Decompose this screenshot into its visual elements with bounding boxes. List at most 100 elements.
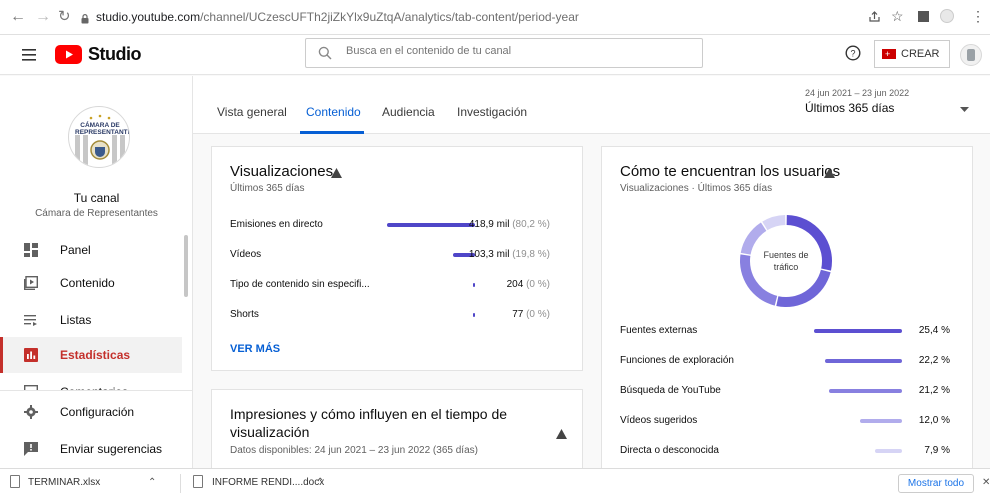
youtube-play-icon (55, 45, 82, 64)
tab-audience[interactable]: Audiencia (382, 105, 435, 119)
sidepanel-icon[interactable] (918, 11, 929, 22)
traffic-row-label: Directa o desconocida (620, 445, 719, 456)
impressions-card-subtitle: Datos disponibles: 24 jun 2021 – 23 jun … (230, 445, 478, 456)
date-range-selector[interactable]: 24 jun 2021 – 23 jun 2022 Últimos 365 dí… (805, 88, 985, 124)
views-row-label: Shorts (230, 309, 259, 320)
traffic-row-value: 21,2 % (918, 385, 950, 396)
views-row-bar (387, 223, 475, 227)
channel-logo[interactable]: CÁMARA DE REPRESENTANTES (68, 106, 130, 168)
help-icon[interactable]: ? (845, 45, 861, 66)
search-box[interactable] (305, 38, 703, 68)
views-row-label: Vídeos (230, 249, 262, 260)
views-row-label: Tipo de contenido sin especifi... (230, 279, 370, 290)
see-more-link[interactable]: VER MÁS (230, 343, 280, 355)
file-icon (10, 475, 20, 488)
channel-avatar-icon[interactable] (960, 44, 982, 66)
show-all-button[interactable]: Mostrar todo (898, 474, 974, 493)
views-row-value: 103,3 mil (468, 249, 513, 260)
tab-content[interactable]: Contenido (306, 105, 361, 119)
sidebar-item-playlists[interactable]: Listas (0, 302, 182, 338)
sidebar-item-content[interactable]: Contenido (0, 265, 182, 301)
traffic-row-bar (828, 389, 902, 393)
views-card-title: Visualizaciones (230, 163, 334, 180)
download-item-2[interactable]: INFORME RENDI....docx (212, 477, 324, 488)
hamburger-menu-icon[interactable] (22, 48, 36, 66)
profile-avatar-icon[interactable] (940, 9, 954, 23)
back-arrow-icon[interactable]: ← (10, 8, 26, 26)
analytics-tabs: Vista general Contenido Audiencia Invest… (193, 76, 990, 134)
download-bar: TERMINAR.xlsx ⌃ INFORME RENDI....docx ⌃ … (0, 468, 990, 497)
sidebar-item-settings[interactable]: Configuración (0, 394, 182, 430)
traffic-sources-card: Cómo te encuentran los usuarios Visualiz… (601, 146, 973, 468)
views-row-percent: (80,2 %) (512, 219, 550, 230)
share-icon[interactable] (868, 10, 881, 28)
studio-logo[interactable]: Studio (55, 44, 142, 65)
chevron-up-icon[interactable]: ⌃ (316, 477, 324, 488)
sidebar-item-panel[interactable]: Panel (0, 232, 182, 268)
warning-icon[interactable] (556, 426, 567, 444)
gear-icon (24, 405, 38, 419)
impressions-title-line1: Impresiones y cómo influyen en el tiempo… (230, 406, 508, 422)
donut-segment[interactable] (762, 215, 786, 231)
traffic-row-value: 22,2 % (918, 355, 950, 366)
sidebar-item-analytics[interactable]: Estadísticas (0, 337, 182, 373)
chevron-up-icon[interactable]: ⌃ (148, 477, 156, 488)
analytics-icon (24, 348, 38, 362)
views-row-value-group: 77 (0 %) (512, 309, 550, 320)
tab-research[interactable]: Investigación (457, 105, 527, 119)
impressions-card: Impresiones y cómo influyen en el tiempo… (211, 389, 583, 468)
create-button[interactable]: + CREAR (874, 40, 950, 68)
traffic-row-value: 25,4 % (918, 325, 950, 336)
traffic-card-title: Cómo te encuentran los usuarios (620, 163, 841, 180)
donut-center-label-1: Fuentes de (763, 250, 809, 260)
views-row-value-group: 103,3 mil (19,8 %) (469, 249, 550, 260)
traffic-card-subtitle: Visualizaciones · Últimos 365 días (620, 183, 773, 194)
views-row-value: 418,9 mil (468, 219, 513, 230)
warning-icon[interactable] (331, 165, 342, 183)
traffic-row-value: 7,9 % (924, 445, 950, 456)
lock-icon (81, 11, 89, 24)
traffic-row-label: Fuentes externas (620, 325, 698, 336)
channel-logo-text: CÁMARA DE REPRESENTANTES (75, 122, 129, 136)
sidebar-item-label: Panel (60, 243, 91, 257)
sidebar-item-feedback[interactable]: Enviar sugerencias (0, 431, 182, 467)
donut-center-label-2: tráfico (773, 262, 799, 272)
close-icon[interactable]: ✕ (982, 477, 990, 488)
search-icon (318, 46, 332, 65)
reload-icon[interactable]: ↻ (58, 8, 71, 26)
traffic-row-label: Funciones de exploración (620, 355, 734, 366)
main-content: Vista general Contenido Audiencia Invest… (193, 76, 990, 468)
forward-arrow-icon[interactable]: → (35, 8, 51, 26)
address-bar[interactable]: studio.youtube.com/channel/UCzescUFTh2ji… (96, 10, 579, 24)
svg-text:?: ? (850, 49, 855, 59)
traffic-row-label: Vídeos sugeridos (620, 415, 698, 426)
views-card: Visualizaciones Últimos 365 días Emision… (211, 146, 583, 371)
url-path: /channel/UCzescUFTh2jiZkYlx9uZtqA/analyt… (200, 10, 579, 24)
doc-file-icon (193, 475, 203, 488)
tab-overview[interactable]: Vista general (217, 105, 287, 119)
traffic-row-value: 12,0 % (918, 415, 950, 426)
views-row-percent: (0 %) (526, 279, 550, 290)
browser-menu-icon[interactable]: ⋮ (971, 8, 985, 25)
warning-icon[interactable] (824, 165, 835, 183)
channel-title: Tu canal (73, 191, 120, 205)
sidebar-scrollbar[interactable] (184, 235, 188, 297)
dropdown-arrow-icon (960, 99, 969, 117)
sidebar: CÁMARA DE REPRESENTANTES Tu canal Cámara… (0, 76, 193, 468)
create-video-icon: + (882, 49, 896, 59)
download-item-1[interactable]: TERMINAR.xlsx (28, 477, 100, 488)
traffic-row-bar (874, 449, 902, 453)
search-input[interactable] (346, 45, 686, 57)
playlist-icon (24, 315, 37, 326)
donut-segment[interactable] (776, 269, 831, 307)
views-row-percent: (0 %) (526, 309, 550, 320)
channel-name: Cámara de Representantes (35, 208, 158, 219)
traffic-row-bar (825, 359, 902, 363)
sidebar-item-label: Enviar sugerencias (60, 442, 163, 456)
divider (180, 474, 181, 493)
star-icon[interactable]: ☆ (891, 8, 904, 25)
views-row-value: 204 (506, 279, 527, 290)
views-card-subtitle: Últimos 365 días (230, 183, 305, 194)
browser-toolbar: ← → ↻ studio.youtube.com/channel/UCzescU… (0, 0, 990, 35)
studio-logo-text: Studio (88, 44, 142, 64)
